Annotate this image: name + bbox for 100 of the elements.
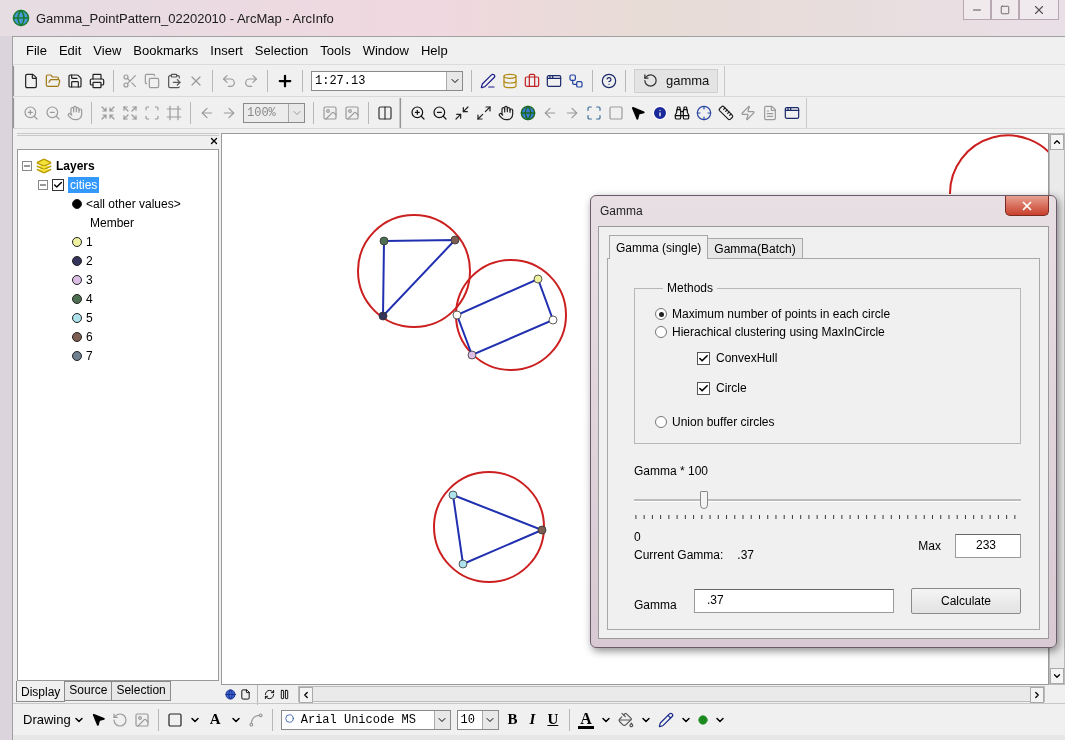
close-button[interactable] bbox=[1005, 196, 1049, 216]
pan-icon[interactable] bbox=[498, 104, 514, 121]
refresh-icon[interactable] bbox=[264, 688, 275, 700]
slider-label: Gamma * 100 bbox=[634, 464, 710, 478]
menu-item[interactable]: Help bbox=[419, 41, 449, 60]
legend-label: <all other values> bbox=[86, 196, 181, 211]
scroll-left-icon[interactable] bbox=[301, 690, 311, 700]
panel-tab[interactable]: Selection bbox=[111, 681, 171, 701]
info-icon[interactable] bbox=[652, 104, 668, 121]
open-folder-icon[interactable] bbox=[45, 72, 61, 89]
collapse-icon[interactable] bbox=[22, 160, 32, 171]
fixed-zoom-out-icon[interactable] bbox=[476, 104, 492, 121]
checkbox[interactable] bbox=[697, 351, 710, 365]
field-heading: Member bbox=[90, 215, 134, 230]
pause-icon[interactable] bbox=[279, 688, 290, 700]
radio-button[interactable] bbox=[655, 416, 667, 428]
pointer-icon[interactable] bbox=[630, 104, 646, 121]
check-icon bbox=[53, 179, 63, 190]
fill-color-icon[interactable] bbox=[617, 711, 634, 728]
legend-label: 1 bbox=[86, 234, 93, 249]
editor-pen-icon[interactable] bbox=[480, 72, 496, 89]
option-label: Hierachical clustering using MaxInCircle bbox=[672, 325, 885, 339]
pointer-icon[interactable] bbox=[90, 712, 106, 727]
dialog-tab[interactable]: Gamma (single) bbox=[609, 235, 709, 259]
menu-item[interactable]: View bbox=[92, 41, 123, 60]
collapse-icon[interactable] bbox=[38, 179, 48, 190]
menu-item[interactable]: Tools bbox=[319, 41, 352, 60]
scroll-down-icon[interactable] bbox=[1052, 671, 1062, 681]
layers-icon bbox=[36, 157, 52, 174]
checkbox[interactable] bbox=[697, 381, 710, 395]
dialog-title: Gamma bbox=[599, 204, 643, 218]
horizontal-scrollbar[interactable] bbox=[298, 686, 1045, 702]
legend-label: 3 bbox=[86, 272, 93, 287]
font-combo[interactable]: Arial Unicode MS bbox=[280, 709, 451, 730]
legend-label: 7 bbox=[86, 348, 93, 363]
maximize-button[interactable] bbox=[991, 0, 1019, 20]
radio-button[interactable] bbox=[655, 308, 667, 320]
checkbox-label: Circle bbox=[716, 381, 747, 395]
marker-color-icon[interactable] bbox=[697, 714, 708, 725]
current-gamma-value: .37 bbox=[737, 548, 755, 562]
help-icon[interactable] bbox=[601, 72, 617, 89]
zoom-out-icon[interactable] bbox=[432, 104, 448, 121]
menu-item[interactable]: Selection bbox=[253, 41, 310, 60]
save-icon[interactable] bbox=[67, 72, 83, 89]
dialog-tab[interactable]: Gamma(Batch) bbox=[707, 238, 803, 259]
new-file-icon[interactable] bbox=[23, 72, 39, 89]
window-icon[interactable] bbox=[546, 72, 562, 89]
scale-combo[interactable]: 1:27.13 bbox=[311, 70, 463, 91]
menu-item[interactable]: Edit bbox=[57, 41, 83, 60]
window-title: Gamma_PointPattern_02202010 - ArcMap - ArcInfo bbox=[36, 10, 334, 26]
panel-tab[interactable]: Display bbox=[16, 681, 66, 702]
menu-item[interactable]: Insert bbox=[209, 41, 244, 60]
menu-item[interactable]: File bbox=[25, 41, 48, 60]
layer-checkbox[interactable] bbox=[52, 178, 64, 191]
bold-button[interactable]: B bbox=[504, 711, 521, 728]
drawing-menu[interactable]: Drawing bbox=[23, 712, 85, 727]
legend-label: 4 bbox=[86, 291, 93, 306]
data-view-icon[interactable] bbox=[225, 688, 236, 700]
italic-button[interactable]: I bbox=[526, 711, 539, 728]
option-label: Union buffer circles bbox=[672, 415, 775, 429]
tree-item[interactable]: Layers bbox=[56, 158, 95, 173]
calculate-button[interactable]: Calculate bbox=[911, 588, 1021, 614]
radio-button[interactable] bbox=[655, 326, 667, 338]
option-label: Maximum number of points in each circle bbox=[672, 307, 891, 321]
print-icon[interactable] bbox=[89, 72, 105, 89]
max-label: Max bbox=[918, 539, 941, 553]
gamma-field[interactable]: .37 bbox=[694, 589, 894, 613]
database-icon[interactable] bbox=[502, 72, 518, 89]
text-tool[interactable]: A bbox=[206, 711, 224, 728]
rectangle-icon[interactable] bbox=[166, 711, 183, 728]
menu-item[interactable]: Bookmarks bbox=[132, 41, 200, 60]
close-icon[interactable] bbox=[209, 135, 219, 146]
zoom-in-icon[interactable] bbox=[410, 104, 426, 121]
layout-view-icon[interactable] bbox=[240, 688, 251, 700]
check-icon bbox=[698, 352, 709, 364]
group-title: Methods bbox=[666, 281, 715, 295]
panel-tab[interactable]: Source bbox=[64, 681, 113, 701]
find-icon[interactable] bbox=[674, 104, 690, 121]
gamma-button[interactable]: gamma bbox=[634, 68, 719, 93]
max-field[interactable]: 233 bbox=[955, 534, 1021, 558]
paste-icon[interactable] bbox=[166, 72, 182, 89]
line-color-icon[interactable] bbox=[657, 711, 674, 728]
slider-thumb[interactable] bbox=[699, 491, 708, 509]
legend-label: 2 bbox=[86, 253, 93, 268]
font-color-button[interactable]: A bbox=[578, 710, 594, 729]
app-globe-icon bbox=[12, 9, 30, 27]
measure-icon[interactable] bbox=[718, 104, 734, 121]
columns-icon[interactable] bbox=[377, 104, 393, 121]
underline-button[interactable]: U bbox=[544, 711, 562, 728]
legend-label: 5 bbox=[86, 310, 93, 325]
scroll-right-icon[interactable] bbox=[1032, 690, 1042, 700]
gamma-label: Gamma bbox=[634, 597, 678, 612]
globe-icon[interactable] bbox=[520, 104, 536, 121]
toolbox-icon[interactable] bbox=[524, 72, 540, 89]
scroll-up-icon[interactable] bbox=[1052, 137, 1062, 147]
legend-label: 6 bbox=[86, 329, 93, 344]
fixed-zoom-in-icon[interactable] bbox=[454, 104, 470, 121]
min-label: 0 bbox=[634, 530, 642, 544]
menu-item[interactable]: Window bbox=[361, 41, 410, 60]
font-size-combo[interactable]: 10 bbox=[456, 709, 499, 730]
